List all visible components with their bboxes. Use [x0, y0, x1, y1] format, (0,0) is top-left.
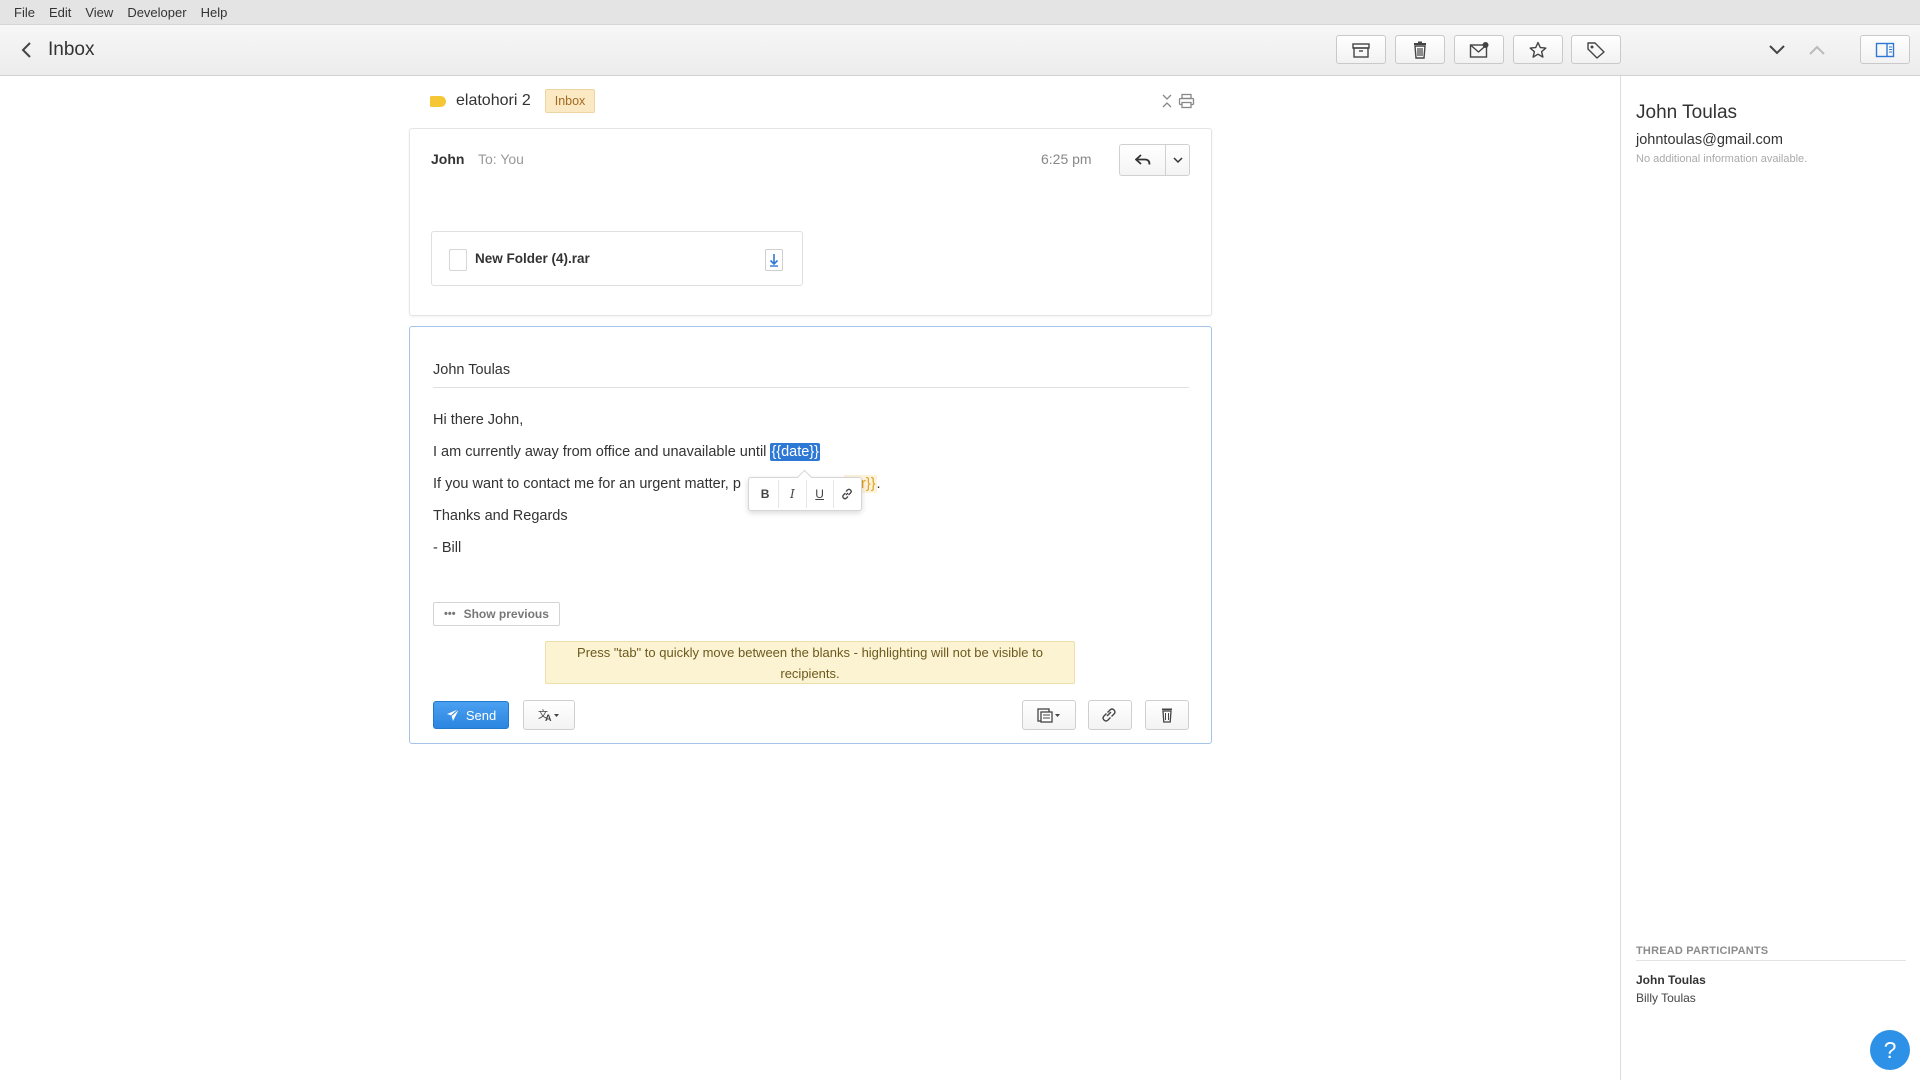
message-recipients: To: You — [478, 151, 524, 167]
reply-icon — [1134, 154, 1150, 165]
menu-help[interactable]: Help — [194, 0, 235, 25]
template-variable-date[interactable]: {{date}} — [770, 443, 821, 461]
message-card[interactable]: John To: You 6:25 pm New Folder (4).rar — [409, 128, 1212, 316]
previous-message-button[interactable] — [1804, 38, 1830, 62]
thread-header: elatohori 2 Inbox — [430, 88, 1210, 114]
archive-icon — [1352, 42, 1370, 58]
reply-button-group — [1119, 144, 1190, 176]
archive-button[interactable] — [1336, 35, 1386, 64]
body-line[interactable]: - Bill — [433, 540, 461, 556]
menubar: File Edit View Developer Help — [0, 0, 1920, 25]
participants-heading: THREAD PARTICIPANTS — [1636, 945, 1906, 961]
chevron-down-icon — [1769, 45, 1785, 55]
svg-text:A: A — [545, 713, 552, 723]
paperclip-icon — [1102, 708, 1116, 722]
link-button[interactable] — [834, 480, 861, 508]
body-text: If you want to contact me for an urgent … — [433, 476, 741, 492]
body-text: I am currently away from office and unav… — [433, 444, 771, 460]
chevron-down-icon — [1172, 156, 1183, 163]
contact-email[interactable]: johntoulas@gmail.com — [1636, 132, 1906, 148]
back-label: Inbox — [48, 39, 95, 60]
show-previous-button[interactable]: ••• Show previous — [433, 602, 560, 626]
body-line[interactable]: Hi there John, — [433, 412, 523, 428]
thread-participants: THREAD PARTICIPANTS John Toulas Billy To… — [1636, 945, 1906, 1005]
sidebar-toggle-icon — [1875, 42, 1895, 57]
next-message-button[interactable] — [1764, 38, 1790, 62]
menu-view[interactable]: View — [78, 0, 120, 25]
templates-icon — [1037, 708, 1060, 723]
message-timestamp: 6:25 pm — [1041, 151, 1092, 167]
send-label: Send — [465, 707, 497, 723]
label-tag-icon — [430, 95, 446, 107]
italic-button[interactable]: I — [779, 480, 807, 508]
label-button[interactable] — [1571, 35, 1621, 64]
composer-recipient[interactable]: John Toulas — [433, 362, 1189, 388]
attachment-item[interactable]: New Folder (4).rar — [431, 231, 803, 286]
reply-button[interactable] — [1120, 145, 1166, 175]
contact-info-note: No additional information available. — [1636, 153, 1808, 165]
reply-composer: John Toulas Hi there John, I am currentl… — [409, 326, 1212, 744]
translate-button[interactable]: 文A — [523, 700, 575, 730]
chevron-up-icon — [1809, 45, 1825, 55]
paper-plane-icon — [446, 708, 460, 721]
message-sender[interactable]: John — [431, 151, 464, 167]
templates-button[interactable] — [1022, 700, 1076, 730]
back-to-inbox-button[interactable]: Inbox — [20, 37, 94, 63]
star-button[interactable] — [1513, 35, 1563, 64]
download-icon — [769, 254, 779, 267]
tag-icon — [1587, 41, 1605, 59]
thread-subject: elatohori 2 — [456, 92, 531, 109]
ellipsis-icon: ••• — [444, 608, 456, 620]
inbox-label-badge[interactable]: Inbox — [544, 89, 596, 113]
collapse-all-icon[interactable] — [1160, 93, 1174, 109]
menu-developer[interactable]: Developer — [120, 0, 193, 25]
translate-icon: 文A — [538, 708, 559, 723]
reply-options-dropdown[interactable] — [1166, 145, 1189, 175]
bold-button[interactable]: B — [752, 480, 780, 508]
contact-name: John Toulas — [1636, 102, 1738, 123]
contact-sidebar: John Toulas johntoulas@gmail.com No addi… — [1620, 76, 1920, 1080]
show-previous-label: Show previous — [463, 607, 549, 621]
body-line[interactable]: Thanks and Regards — [433, 508, 568, 524]
attach-file-button[interactable] — [1088, 700, 1132, 730]
chevron-left-icon — [21, 42, 31, 58]
download-button[interactable] — [765, 249, 783, 271]
mark-unread-button[interactable] — [1454, 35, 1504, 64]
toolbar: Inbox — [0, 25, 1920, 76]
discard-draft-button[interactable] — [1145, 700, 1189, 730]
trash-button[interactable] — [1395, 35, 1445, 64]
menu-edit[interactable]: Edit — [42, 0, 78, 25]
attachment-name: New Folder (4).rar — [475, 251, 590, 266]
envelope-icon — [1469, 41, 1489, 58]
file-icon — [449, 249, 467, 271]
help-button[interactable]: ? — [1870, 1030, 1910, 1070]
send-button[interactable]: Send — [433, 701, 509, 729]
format-toolbar: B I U — [748, 477, 862, 511]
body-text: . — [876, 476, 881, 492]
underline-button[interactable]: U — [807, 480, 834, 508]
tab-hint-notice: Press "tab" to quickly move between the … — [545, 641, 1075, 684]
print-icon[interactable] — [1178, 93, 1195, 109]
menu-file[interactable]: File — [7, 0, 42, 25]
participant-item[interactable]: Billy Toulas — [1636, 991, 1906, 1005]
trash-icon — [1414, 41, 1426, 59]
body-line[interactable]: I am currently away from office and unav… — [433, 443, 821, 461]
toggle-sidebar-button[interactable] — [1860, 35, 1910, 64]
star-icon — [1529, 41, 1547, 58]
link-icon — [842, 488, 853, 500]
trash-icon — [1162, 708, 1172, 723]
participant-item[interactable]: John Toulas — [1636, 973, 1906, 987]
